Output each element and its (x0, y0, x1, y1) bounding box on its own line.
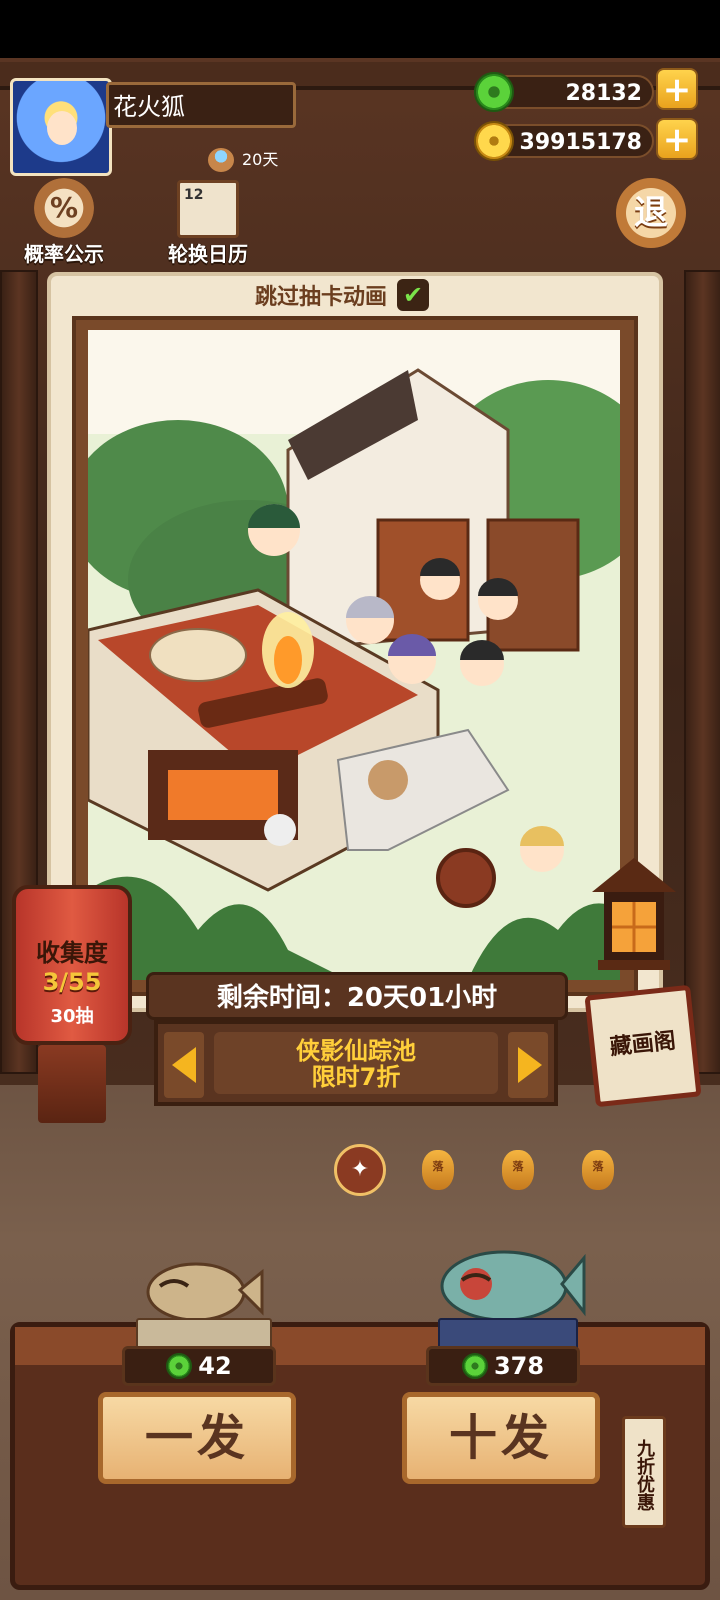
lantern-stand (38, 1045, 106, 1123)
pool-promo: 限时7折 (311, 1063, 401, 1091)
days-text: 20天 (242, 150, 279, 169)
collection-progress: 3/55 (42, 968, 102, 996)
calendar-icon: 12 (177, 180, 239, 238)
player-name: 花火狐 (106, 82, 296, 128)
add-coins-button[interactable]: + (656, 118, 698, 160)
status-bar (0, 0, 720, 58)
pool-info: 侠影仙踪池 限时7折 (214, 1032, 498, 1094)
days-counter: 20天 (208, 146, 278, 174)
add-jade-button[interactable]: + (656, 68, 698, 110)
jade-icon (166, 1353, 193, 1379)
skip-animation-label: 跳过抽卡动画 (255, 285, 388, 310)
ten-draw-cost: 378 (426, 1346, 580, 1386)
probability-label: 概率公示 (24, 242, 104, 266)
ten-draw-cost-value: 378 (493, 1352, 545, 1380)
shelf-top (15, 1327, 705, 1365)
gallery-lamp (582, 852, 686, 982)
exit-button[interactable]: 退 (616, 178, 686, 248)
single-draw-fish-icon (140, 1256, 264, 1326)
collection-lantern[interactable]: 收集度 3/55 30抽 (12, 885, 132, 1045)
percent-gear-icon: % (34, 178, 94, 238)
pool-artwork (88, 330, 620, 980)
page-indicator-3[interactable]: 落 (502, 1150, 534, 1190)
pool-name: 侠影仙踪池 (296, 1037, 416, 1065)
probability-button[interactable]: % 概率公示 (14, 178, 114, 267)
single-draw-button[interactable]: 一发 (98, 1392, 296, 1484)
ten-draw-button[interactable]: 十发 (402, 1392, 600, 1484)
pull-count: 30抽 (50, 1006, 94, 1027)
previous-pool-arrow-icon[interactable] (164, 1032, 204, 1098)
remaining-time-banner: 剩余时间：20天01小时 (146, 972, 568, 1020)
player-avatar[interactable] (10, 78, 112, 176)
rotation-calendar-button[interactable]: 12 轮换日历 (158, 180, 258, 267)
gallery-button[interactable]: 藏画阁 (584, 984, 702, 1108)
single-draw-cost: 42 (122, 1346, 276, 1386)
next-pool-arrow-icon[interactable] (508, 1032, 548, 1098)
discount-tag: 九折优惠 (622, 1416, 666, 1528)
right-pillar (684, 270, 720, 1074)
single-draw-cost-value: 42 (198, 1352, 232, 1380)
pool-selector: 侠影仙踪池 限时7折 (154, 1020, 558, 1106)
calendar-label: 轮换日历 (168, 242, 248, 266)
calendar-day: 12 (184, 187, 204, 203)
jade-currency-icon (474, 72, 514, 112)
page-indicator-4[interactable]: 落 (582, 1150, 614, 1190)
jade-icon (461, 1353, 488, 1379)
bowl-icon (208, 148, 234, 172)
kitchen-scene-illustration (88, 368, 620, 980)
avatar-face (47, 111, 77, 145)
coin-currency-icon (474, 121, 514, 161)
lamp-illustration (592, 858, 676, 970)
collection-label: 收集度 (36, 939, 108, 967)
ten-draw-fish-icon (436, 1240, 586, 1328)
page-indicator-2[interactable]: 落 (422, 1150, 454, 1190)
skip-animation-toggle[interactable]: 跳过抽卡动画 ✔ (255, 276, 430, 314)
page-indicator-current[interactable]: ✦ (334, 1144, 386, 1196)
checkmark-icon[interactable]: ✔ (397, 279, 430, 311)
